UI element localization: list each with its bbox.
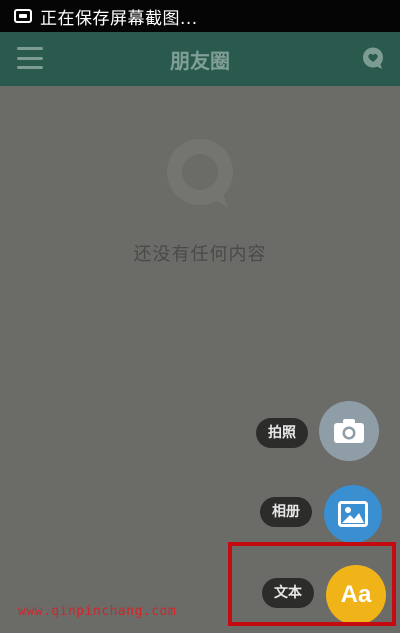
watermark: www.qinpinchang.com bbox=[18, 604, 177, 619]
image-icon bbox=[338, 501, 368, 527]
camera-icon bbox=[334, 419, 364, 443]
empty-state-message: 还没有任何内容 bbox=[133, 244, 267, 265]
camera-label[interactable]: 拍照 bbox=[256, 418, 308, 448]
app-bar: 朋友圈 bbox=[0, 32, 400, 86]
album-label[interactable]: 相册 bbox=[260, 497, 312, 527]
empty-state-logo-icon bbox=[167, 139, 233, 208]
status-bar: 正在保存屏幕截图... bbox=[0, 0, 400, 32]
album-button[interactable] bbox=[324, 485, 382, 543]
screenshot-icon bbox=[14, 9, 32, 23]
menu-icon[interactable] bbox=[17, 47, 43, 69]
chat-icon[interactable] bbox=[361, 46, 385, 70]
highlight-box bbox=[228, 542, 396, 626]
status-text: 正在保存屏幕截图... bbox=[40, 8, 198, 29]
camera-button[interactable] bbox=[319, 401, 379, 461]
page-title: 朋友圈 bbox=[170, 48, 230, 73]
